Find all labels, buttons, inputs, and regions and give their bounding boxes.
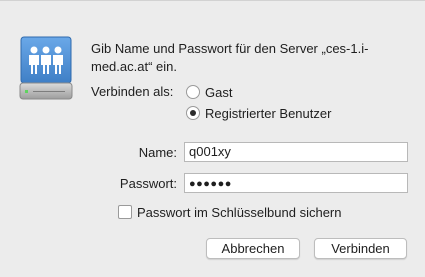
keychain-option[interactable]: Passwort im Schlüsselbund sichern [118, 204, 341, 220]
radio-selected-dot [190, 110, 196, 116]
cancel-button[interactable]: Abbrechen [206, 238, 300, 259]
name-label: Name: [138, 145, 177, 160]
connect-button[interactable]: Verbinden [314, 238, 407, 259]
name-field[interactable]: q001xy [184, 142, 408, 162]
password-field[interactable]: ●●●●●● [184, 173, 408, 193]
keychain-checkbox[interactable] [118, 205, 132, 219]
password-label: Passwort: [119, 176, 177, 191]
password-masked-value: ●●●●●● [189, 178, 232, 190]
network-server-icon [19, 36, 73, 100]
connect-as-label: Verbinden als: [91, 84, 174, 99]
radio-button-registered-user[interactable] [186, 106, 200, 120]
keychain-label: Passwort im Schlüsselbund sichern [137, 204, 342, 220]
dialog-top-border [0, 0, 425, 1]
radio-guest-label: Gast [205, 84, 233, 100]
radio-guest[interactable]: Gast [186, 84, 232, 100]
radio-registered-user[interactable]: Registrierter Benutzer [186, 105, 331, 121]
radio-button-guest[interactable] [186, 85, 200, 99]
login-dialog: Gib Name und Passwort für den Server „ce… [0, 0, 425, 277]
radio-registered-user-label: Registrierter Benutzer [205, 105, 332, 121]
dialog-prompt: Gib Name und Passwort für den Server „ce… [91, 41, 369, 74]
